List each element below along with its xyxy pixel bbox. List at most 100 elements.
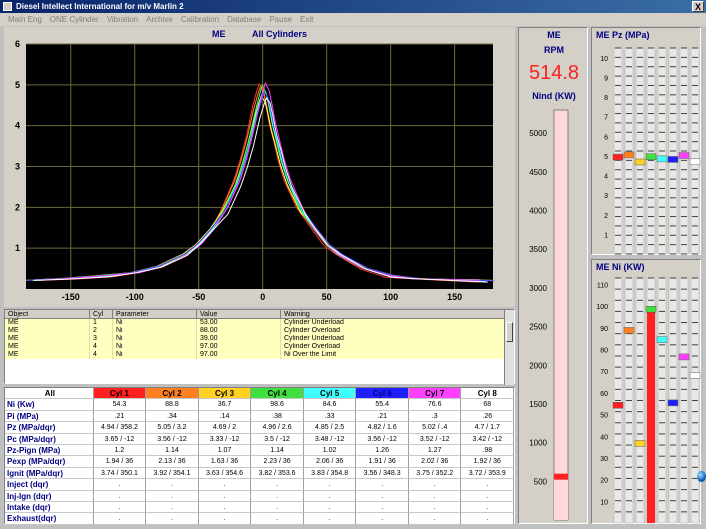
- warning-cell: 4: [90, 343, 113, 351]
- menu-calibration[interactable]: Calibration: [177, 13, 223, 26]
- table-cell: .: [461, 479, 515, 491]
- row-label[interactable]: Ni (Kw): [5, 399, 94, 411]
- cyl-header-6[interactable]: Cyl 6: [356, 388, 409, 400]
- table-cell: .: [251, 490, 304, 502]
- table-cell: 36.7: [198, 399, 252, 411]
- nind-label: Nind (KW): [532, 91, 575, 101]
- table-cell: 3.82 / 353.6: [251, 467, 304, 480]
- rpm-value: 514.8: [529, 62, 579, 84]
- close-button[interactable]: X: [692, 1, 704, 12]
- table-cell: 4.82 / 1.6: [356, 422, 409, 434]
- scale-label: 5: [604, 154, 608, 161]
- scale-label: 90: [600, 326, 608, 333]
- table-cell: 84.6: [303, 399, 357, 411]
- warning-cell: ME: [5, 343, 90, 351]
- warning-row[interactable]: ME 2 Ni 88.00 Cylinder Overload: [5, 327, 514, 335]
- warn-col-value[interactable]: Value: [197, 310, 281, 318]
- table-cell: .: [93, 513, 147, 525]
- rpm-label: RPM: [544, 45, 564, 55]
- nind-marker: [554, 473, 568, 480]
- cyl-header-5[interactable]: Cyl 5: [303, 388, 357, 400]
- warn-col-parameter[interactable]: Parameter: [113, 310, 197, 318]
- warn-col-warning[interactable]: Warning: [281, 310, 505, 318]
- cyl-header-1[interactable]: Cyl 1: [93, 388, 147, 400]
- scale-label: 10: [600, 499, 608, 506]
- row-label[interactable]: Pi (MPa): [5, 410, 94, 423]
- table-cell: 3.42 / -12: [461, 433, 515, 445]
- table-cell: .: [93, 479, 147, 491]
- table-cell: 98.6: [251, 399, 304, 411]
- warn-col-object[interactable]: Object: [5, 310, 90, 318]
- nind-scale-label: 1000: [529, 439, 547, 448]
- nind-scale-label: 2500: [529, 323, 547, 332]
- cyl-header-2[interactable]: Cyl 2: [146, 388, 199, 400]
- warning-row[interactable]: ME 3 Ni 39.00 Cylinder Underload: [5, 335, 514, 343]
- menu-vibration[interactable]: Vibration: [103, 13, 142, 26]
- row-label[interactable]: Ignit (MPa/dqr): [5, 467, 94, 480]
- table-cell: 1.26: [356, 444, 409, 457]
- nind-scale-label: 500: [534, 477, 548, 486]
- table-cell: 2.02 / 36: [408, 456, 462, 468]
- warning-cell: ME: [5, 327, 90, 335]
- warnings-header: Object Cyl Parameter Value Warning: [5, 310, 514, 319]
- row-label[interactable]: Inj-Ign (dqr): [5, 490, 94, 502]
- table-cell: 1.2: [93, 444, 147, 457]
- bar-marker-6: [667, 156, 679, 163]
- bar-marker-2: [623, 151, 635, 159]
- row-label[interactable]: Pz-Pign (MPa): [5, 444, 94, 457]
- table-cell: .33: [303, 410, 357, 423]
- table-cell: .: [408, 501, 462, 514]
- table-cell: .: [251, 501, 304, 514]
- scale-label: 80: [600, 348, 608, 355]
- scale-label: 6: [604, 134, 608, 141]
- cyl-header-3[interactable]: Cyl 3: [198, 388, 252, 400]
- table-cell: 3.56 / -12: [146, 433, 199, 445]
- menu-database[interactable]: Database: [223, 13, 265, 26]
- pz-bars: ME Pz (MPa) 10 9 8 7 6 5 4 3 2 1: [596, 30, 701, 255]
- menu-one-cylinder[interactable]: ONE Cylinder: [46, 13, 103, 26]
- scale-label: 30: [600, 456, 608, 463]
- nind-scale-label: 2000: [529, 361, 547, 370]
- warning-cell: 1: [90, 319, 113, 327]
- warning-row[interactable]: ME 1 Ni 53.00 Cylinder Underload: [5, 319, 514, 327]
- table-cell: .: [198, 479, 252, 491]
- nind-scale-label: 5000: [529, 129, 547, 138]
- warning-row[interactable]: ME 4 Ni 97.00 Cylinder Overload: [5, 343, 514, 351]
- warnings-grid[interactable]: Object Cyl Parameter Value Warning ME 1 Ni…: [4, 309, 515, 385]
- table-cell: .: [303, 501, 357, 514]
- rpm-panel: ME RPM 514.8 Nind (KW) 5000 4500 4000 3500 3000 2…: [518, 27, 588, 524]
- row-label[interactable]: Intake (dqr): [5, 501, 94, 514]
- row-label[interactable]: Pexp (MPa/dqr): [5, 456, 94, 468]
- table-cell: .: [356, 501, 409, 514]
- cyl-header-7[interactable]: Cyl 7: [408, 388, 462, 400]
- row-label[interactable]: Pc (MPa/dqr): [5, 433, 94, 445]
- row-label[interactable]: Exhaust(dqr): [5, 513, 94, 525]
- row-label[interactable]: Inject (dqr): [5, 479, 94, 491]
- warn-col-cyl[interactable]: Cyl: [90, 310, 113, 318]
- table-cell: 3.48 / -12: [303, 433, 357, 445]
- table-cell: .: [303, 513, 357, 525]
- warning-cell: Cylinder Overload: [281, 327, 505, 335]
- bar-marker-7: [678, 152, 690, 159]
- warnings-scrollbar[interactable]: [504, 310, 514, 385]
- row-label[interactable]: Pz (MPa/dqr): [5, 422, 94, 434]
- table-row: Ni (Kw) 54.3 88.8 36.7 98.6 84.6 55.4 76.6 68: [5, 399, 515, 411]
- globe-icon[interactable]: [697, 471, 706, 482]
- warning-row[interactable]: ME 4 Ni 97.00 Ni Over the Limit: [5, 351, 514, 359]
- menu-main-eng[interactable]: Main Eng: [4, 13, 46, 26]
- menu-pause[interactable]: Pause: [265, 13, 296, 26]
- table-header-row: All Cyl 1 Cyl 2 Cyl 3 Cyl 4 Cyl 5 Cyl 6 Cyl 7C…: [5, 388, 515, 400]
- table-row: Pc (MPa/dqr) 3.65 / -12 3.56 / -12 3.33 / -…: [5, 433, 515, 445]
- table-corner-all[interactable]: All: [5, 388, 94, 400]
- cyl-header-8[interactable]: Cyl 8: [461, 388, 515, 400]
- menu-exit[interactable]: Exit: [296, 13, 317, 26]
- cyl-header-4[interactable]: Cyl 4: [251, 388, 304, 400]
- table-cell: 2.06 / 36: [303, 456, 357, 468]
- table-cell: 5.05 / 3.2: [146, 422, 199, 434]
- pressure-plot[interactable]: -150 -100 -50 0 50 100 150 1 2 3 4 5 6: [4, 27, 515, 307]
- table-cell: 2.23 / 36: [251, 456, 304, 468]
- pz-panel-title: ME Pz (MPa): [596, 30, 650, 40]
- table-cell: .: [146, 501, 199, 514]
- menu-archive[interactable]: Archive: [142, 13, 177, 26]
- warnings-scroll-thumb[interactable]: [506, 322, 513, 342]
